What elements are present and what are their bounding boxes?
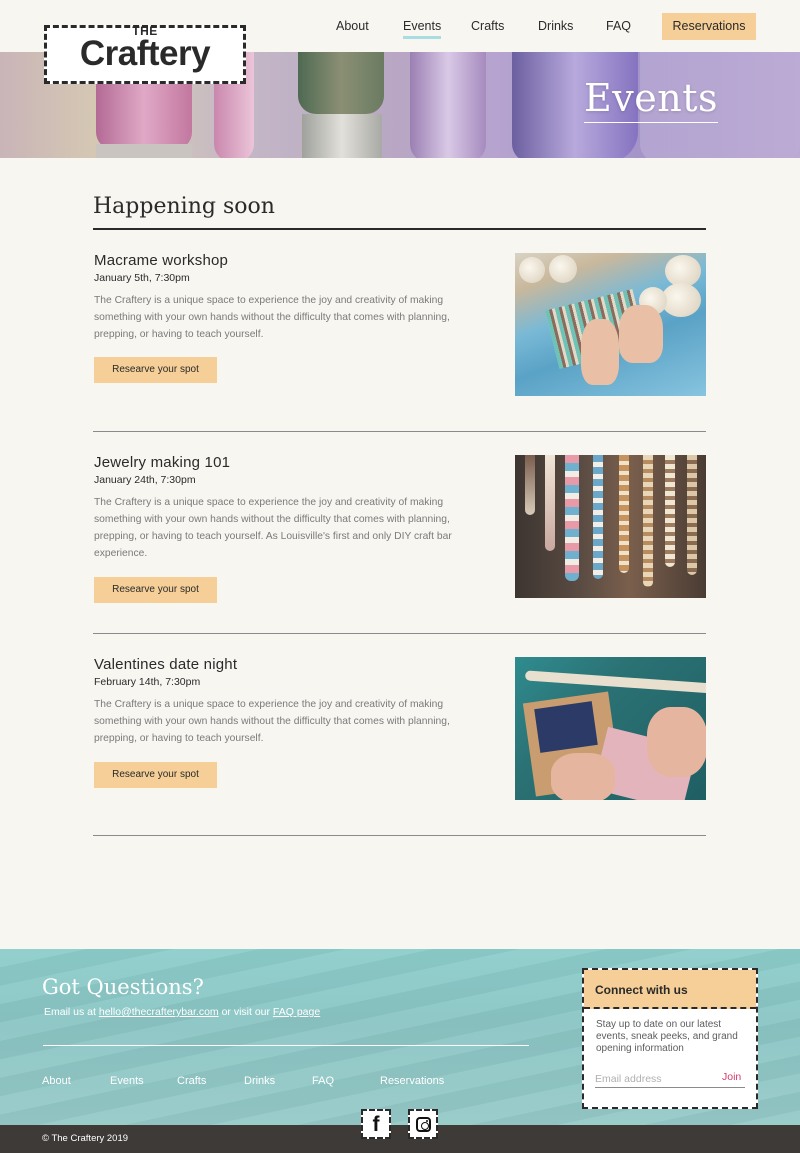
necklace	[525, 455, 535, 515]
paintbrush-image	[298, 52, 384, 114]
event-date: January 24th, 7:30pm	[94, 474, 196, 486]
reservations-button[interactable]: Reservations	[662, 13, 756, 40]
event-description: The Craftery is a unique space to experi…	[94, 497, 452, 559]
event-title: Jewelry making 101	[94, 454, 231, 471]
reserve-spot-button[interactable]: Researve your spot	[94, 762, 217, 788]
footer-faq-link[interactable]: FAQ page	[273, 1006, 320, 1018]
logo-name: Craftery	[79, 34, 211, 73]
footer-divider	[43, 1045, 529, 1046]
footer-nav-faq[interactable]: FAQ	[312, 1075, 334, 1087]
necklace	[565, 455, 579, 581]
footer-nav-events[interactable]: Events	[110, 1075, 144, 1087]
yarn-ball	[661, 283, 701, 317]
hand	[551, 753, 615, 800]
paintbrush-ferrule	[302, 114, 382, 158]
instagram-icon[interactable]	[408, 1109, 438, 1139]
nav-crafts[interactable]: Crafts	[471, 19, 504, 33]
facebook-icon[interactable]: f	[361, 1109, 391, 1139]
footer-nav-crafts[interactable]: Crafts	[177, 1075, 206, 1087]
section-title: Happening soon	[93, 194, 275, 219]
event-divider	[93, 835, 706, 836]
bottom-bar: © The Craftery 2019	[0, 1125, 800, 1153]
event-title: Macrame workshop	[94, 252, 229, 269]
footer-nav-about[interactable]: About	[42, 1075, 71, 1087]
event-divider	[93, 633, 706, 634]
page-title: Events	[584, 76, 718, 123]
footer-title: Got Questions?	[42, 975, 204, 999]
hand	[647, 707, 706, 777]
yarn-ball	[549, 255, 577, 283]
reserve-spot-button[interactable]: Researve your spot	[94, 577, 217, 603]
footer-nav-drinks[interactable]: Drinks	[244, 1075, 275, 1087]
necklace	[665, 455, 675, 567]
connect-text: Stay up to date on our latest events, sn…	[596, 1019, 738, 1054]
footer-email-prefix: Email us at	[44, 1006, 99, 1018]
event-date: February 14th, 7:30pm	[94, 676, 201, 688]
event-description: The Craftery is a unique space to experi…	[94, 295, 450, 340]
event-description: The Craftery is a unique space to experi…	[94, 699, 450, 744]
logo[interactable]: THE Craftery	[44, 24, 246, 84]
section-divider	[93, 228, 706, 230]
event-card: Valentines date night February 14th, 7:3…	[93, 656, 706, 836]
craft-tool	[524, 670, 706, 694]
necklace	[687, 455, 697, 575]
blue-book	[534, 701, 598, 753]
facebook-glyph: f	[372, 1113, 380, 1136]
connect-card: Connect with us Stay up to date on our l…	[582, 968, 758, 1109]
nav-faq[interactable]: FAQ	[606, 19, 631, 33]
necklace	[619, 455, 629, 573]
hand	[581, 319, 619, 385]
event-divider	[93, 431, 706, 432]
event-card: Macrame workshop January 5th, 7:30pm The…	[93, 252, 706, 432]
necklace	[593, 455, 603, 579]
macrame-image	[515, 253, 706, 396]
necklace	[643, 455, 653, 587]
event-date: January 5th, 7:30pm	[94, 272, 190, 284]
event-card: Jewelry making 101 January 24th, 7:30pm …	[93, 454, 706, 634]
instagram-glyph	[416, 1117, 431, 1132]
hand	[619, 305, 663, 363]
reserve-spot-button[interactable]: Researve your spot	[94, 357, 217, 383]
nav-about[interactable]: About	[336, 19, 369, 33]
join-button[interactable]: Join	[722, 1071, 741, 1083]
connect-heading: Connect with us	[584, 970, 756, 1009]
footer-contact-line: Email us at hello@thecrafterybar.com or …	[44, 1006, 320, 1018]
nav-drinks[interactable]: Drinks	[538, 19, 573, 33]
bookbinding-image	[515, 657, 706, 800]
paintbrush-ferrule	[96, 144, 192, 158]
footer-email-mid: or visit our	[218, 1006, 273, 1018]
jewelry-image	[515, 455, 706, 598]
event-title: Valentines date night	[94, 656, 238, 673]
copyright: © The Craftery 2019	[42, 1133, 129, 1144]
footer-email-link[interactable]: hello@thecrafterybar.com	[99, 1006, 219, 1018]
paintbrush-image	[410, 52, 486, 158]
yarn-ball	[519, 257, 545, 283]
necklace	[545, 455, 555, 551]
footer-nav-reservations[interactable]: Reservations	[380, 1075, 444, 1087]
nav-events[interactable]: Events	[403, 19, 442, 39]
